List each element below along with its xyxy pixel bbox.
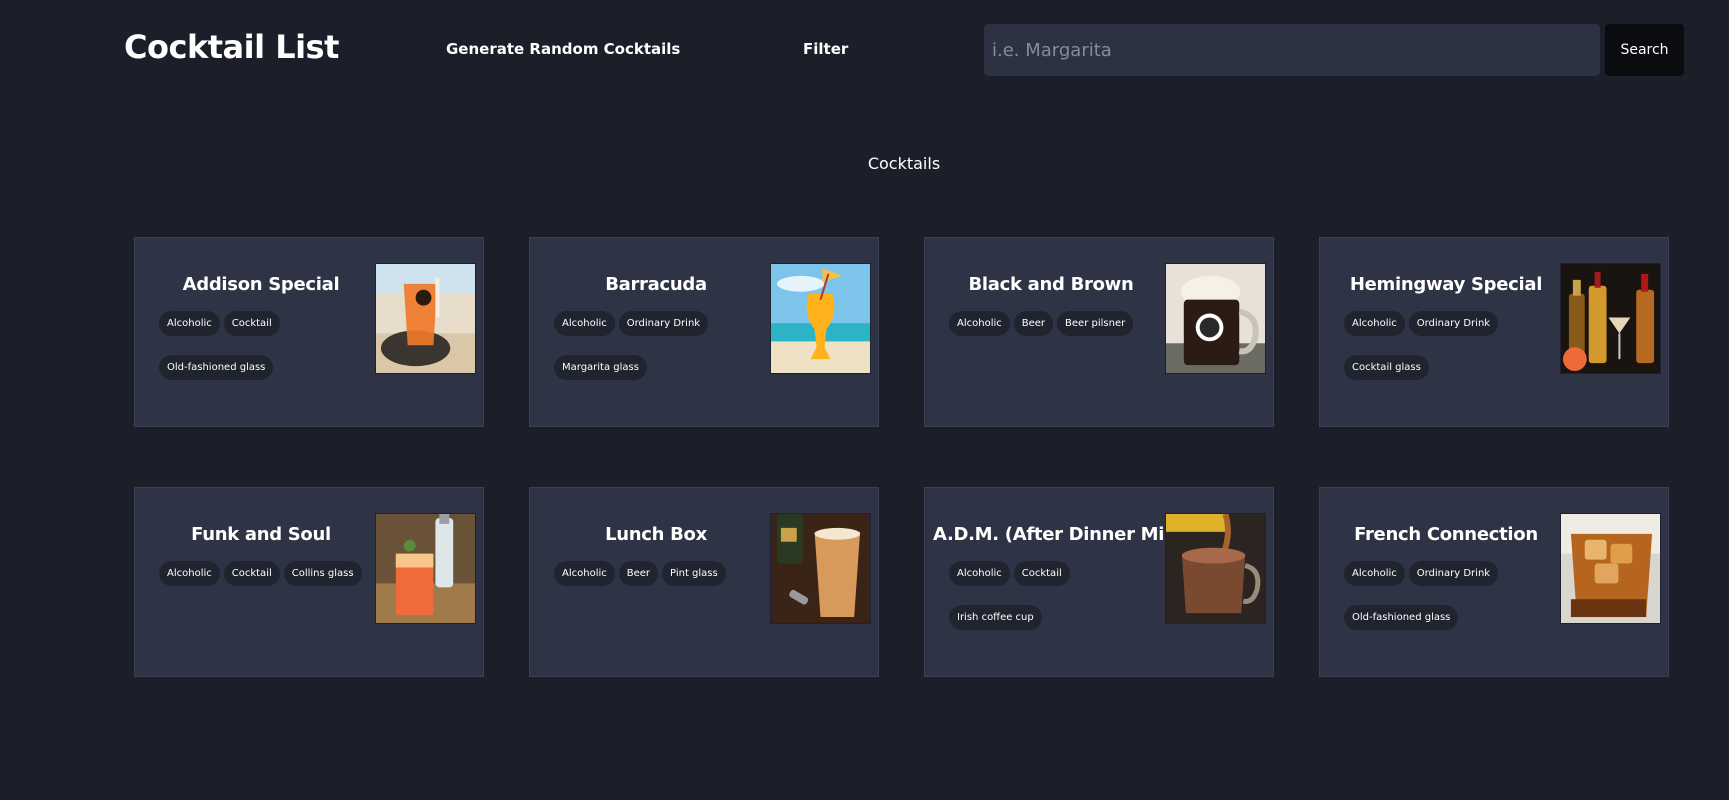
tag-category: Cocktail [223,311,280,336]
cocktail-tags: Alcoholic Beer Pint glass [554,561,770,605]
cocktail-card[interactable]: A.D.M. (After Dinner Mint) Alcoholic Cock… [924,487,1274,677]
tag-category: Beer [1013,311,1054,336]
cocktail-card[interactable]: Black and Brown Alcoholic Beer Beer pilsne… [924,237,1274,427]
orange-drink-beach-icon [375,263,476,374]
cocktail-tags: Alcoholic Cocktail Old-fashioned glass [159,311,375,399]
tag-category: Cocktail [223,561,280,586]
tag-glass: Pint glass [662,561,726,586]
cocktail-card[interactable]: Hemingway Special Alcoholic Ordinary Drin… [1319,237,1669,427]
cocktail-tags: Alcoholic Ordinary Drink Margarita glass [554,311,770,399]
cocktail-card[interactable]: Barracuda Alcoholic Ordinary Drink Margari… [529,237,879,427]
cocktail-name: French Connection [1354,524,1538,545]
cocktail-card[interactable]: Lunch Box Alcoholic Beer Pint glass [529,487,879,677]
tag-alcoholic: Alcoholic [554,561,615,586]
tag-alcoholic: Alcoholic [1344,311,1405,336]
hurricane-glass-beach-icon [770,263,871,374]
tag-glass: Collins glass [283,561,362,586]
search-button[interactable]: Search [1605,24,1684,76]
tag-alcoholic: Alcoholic [949,561,1010,586]
cocktail-card[interactable]: French Connection Alcoholic Ordinary Drin… [1319,487,1669,677]
bottles-martini-icon [1560,263,1661,374]
tag-alcoholic: Alcoholic [159,561,220,586]
tag-alcoholic: Alcoholic [1344,561,1405,586]
cocktail-tags: Alcoholic Beer Beer pilsner [949,311,1165,355]
tag-alcoholic: Alcoholic [159,311,220,336]
cocktail-tags: Alcoholic Ordinary Drink Cocktail glass [1344,311,1560,399]
tag-alcoholic: Alcoholic [554,311,615,336]
collins-glass-icon [375,513,476,624]
cocktail-card[interactable]: Funk and Soul Alcoholic Cocktail Collins g… [134,487,484,677]
cocktail-name: A.D.M. (After Dinner Mint) [933,524,1193,545]
cocktail-name: Barracuda [605,274,707,295]
cocktail-tags: Alcoholic Cocktail Irish coffee cup [949,561,1165,649]
tag-category: Cocktail [1013,561,1070,586]
irish-coffee-cup-icon [1165,513,1266,624]
nav-generate-random[interactable]: Generate Random Cocktails [446,40,680,58]
brand-title[interactable]: Cocktail List [124,28,339,66]
beer-mug-icon [1165,263,1266,374]
tag-glass: Cocktail glass [1344,355,1429,380]
tag-glass: Margarita glass [554,355,647,380]
tag-category: Ordinary Drink [1408,311,1499,336]
tag-glass: Old-fashioned glass [159,355,274,380]
cocktail-tags: Alcoholic Cocktail Collins glass [159,561,375,605]
header: Cocktail List Generate Random Cocktails … [0,0,1729,100]
tag-glass: Beer pilsner [1057,311,1134,336]
cocktail-tags: Alcoholic Ordinary Drink Old-fashioned gla… [1344,561,1560,649]
tag-category: Ordinary Drink [618,311,709,336]
tag-category: Ordinary Drink [1408,561,1499,586]
cocktail-name: Funk and Soul [191,524,331,545]
search-input[interactable] [984,24,1600,76]
tag-category: Beer [618,561,659,586]
tag-alcoholic: Alcoholic [949,311,1010,336]
pint-glass-icon [770,513,871,624]
tag-glass: Irish coffee cup [949,605,1042,630]
cocktail-name: Black and Brown [968,274,1134,295]
cocktail-name: Lunch Box [605,524,707,545]
cocktail-name: Hemingway Special [1349,274,1543,295]
cocktail-card[interactable]: Addison Special Alcoholic Cocktail Old-fas… [134,237,484,427]
tag-glass: Old-fashioned glass [1344,605,1459,630]
rocks-glass-icon [1560,513,1661,624]
section-title: Cocktails [867,154,941,173]
cocktail-name: Addison Special [182,274,340,295]
nav-filter[interactable]: Filter [803,40,848,58]
